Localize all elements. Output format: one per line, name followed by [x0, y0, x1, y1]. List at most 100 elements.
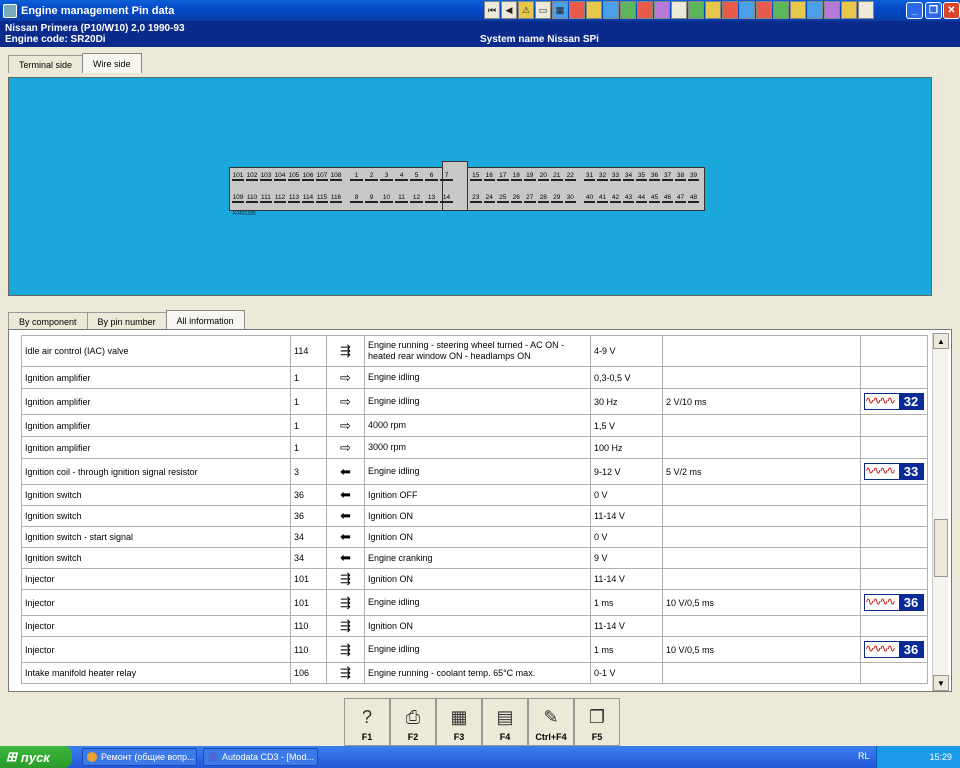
table-row[interactable]: Intake manifold heater relay 106 ⇶ Engine r…	[21, 662, 928, 684]
value-cell: 1 ms	[590, 589, 663, 616]
waveform-button[interactable]: ∿∿∿∿ 32	[864, 393, 924, 410]
pin-label: 45	[649, 194, 660, 203]
restore-button[interactable]: ❐	[925, 2, 942, 19]
pin-row: 31 32 33 34 35 36 37 38 39	[584, 172, 701, 181]
minimize-button[interactable]: _	[906, 2, 923, 19]
tool5-icon[interactable]	[637, 1, 653, 19]
waveform-icon: ∿∿∿∿	[865, 465, 896, 477]
table-row[interactable]: Ignition amplifier 1 ⇨ 4000 rpm 1,5 V	[21, 414, 928, 437]
fkey-icon: ✎	[543, 707, 559, 727]
tool12-icon[interactable]	[756, 1, 772, 19]
tool13-icon[interactable]	[773, 1, 789, 19]
tool11-icon[interactable]	[739, 1, 755, 19]
taskbar-item-autodata[interactable]: Autodata CD3 - [Mod...	[203, 748, 318, 766]
table-row[interactable]: Ignition amplifier 1 ⇨ Engine idling 0,3-0,5…	[21, 366, 928, 389]
scroll-up-button[interactable]: ▲	[933, 333, 949, 349]
tool18-icon[interactable]	[858, 1, 874, 19]
tab-wire-side[interactable]: Wire side	[82, 53, 142, 73]
table-row[interactable]: Injector 110 ⇶ Ignition ON 11-14 V	[21, 615, 928, 637]
table-row[interactable]: Idle air control (IAC) valve 114 ⇶ Engine r…	[21, 335, 928, 367]
tool8-icon[interactable]	[688, 1, 704, 19]
tool10-icon[interactable]	[722, 1, 738, 19]
table-row[interactable]: Ignition switch - start signal 34 ⬅ Ignitio…	[21, 526, 928, 548]
pin-label: 44	[636, 194, 647, 203]
table-row[interactable]: Ignition coil - through ignition signal …	[21, 458, 928, 485]
table-row[interactable]: Ignition amplifier 1 ⇨ Engine idling 30 Hz 2 …	[21, 388, 928, 415]
waveform-button[interactable]: ∿∿∿∿ 36	[864, 641, 924, 658]
pin-label: 21	[551, 172, 563, 181]
tool16-icon[interactable]	[824, 1, 840, 19]
condition-cell: Engine running - steering wheel turned -…	[364, 335, 591, 367]
tool2-icon[interactable]	[586, 1, 602, 19]
pin-label: 110	[246, 194, 258, 203]
pin-row: 101 102 103 104 105 106 107 108	[232, 172, 344, 181]
waveform-number: 32	[899, 394, 923, 409]
scope-setting-cell	[662, 366, 861, 389]
direction-icon: ⇨	[326, 414, 365, 437]
tab-by-pin-number[interactable]: By pin number	[86, 312, 167, 330]
tool9-icon[interactable]	[705, 1, 721, 19]
direction-icon: ⇶	[326, 589, 365, 616]
tool3-icon[interactable]	[603, 1, 619, 19]
pin-label: 35	[636, 172, 647, 181]
tool7-icon[interactable]	[671, 1, 687, 19]
prev-icon[interactable]: ◀	[501, 1, 517, 19]
tool6-icon[interactable]	[654, 1, 670, 19]
pin-label: 111	[260, 194, 272, 203]
condition-cell: Ignition OFF	[364, 484, 591, 506]
fkey-f2[interactable]: ⎙ F2	[390, 698, 436, 746]
pin-cell: 1	[290, 388, 327, 415]
direction-icon: ⇨	[326, 388, 365, 415]
start-button[interactable]: ⊞ пуск	[0, 746, 72, 768]
tool1-icon[interactable]	[569, 1, 585, 19]
window-title: Engine management Pin data	[21, 4, 175, 17]
tool4-icon[interactable]	[620, 1, 636, 19]
scroll-down-button[interactable]: ▼	[933, 675, 949, 691]
tool17-icon[interactable]	[841, 1, 857, 19]
tool15-icon[interactable]	[807, 1, 823, 19]
language-indicator[interactable]: RL	[858, 751, 870, 761]
fkey-ctrl-f4[interactable]: ✎ Ctrl+F4	[528, 698, 574, 746]
first-icon[interactable]: ⏮	[484, 1, 500, 19]
pin-label: 47	[675, 194, 686, 203]
component-cell: Injector	[21, 615, 291, 637]
chart-icon[interactable]: ▦	[552, 1, 568, 19]
table-row[interactable]: Injector 101 ⇶ Ignition ON 11-14 V	[21, 568, 928, 590]
pin-row: 23 24 25 26 27 28 29 30	[470, 194, 578, 203]
value-cell: 0 V	[590, 484, 663, 506]
direction-icon: ⬅	[326, 505, 365, 527]
direction-icon: ⇶	[326, 335, 365, 367]
fkey-f1[interactable]: ? F1	[344, 698, 390, 746]
scroll-thumb[interactable]	[934, 519, 948, 577]
close-button[interactable]: ✕	[943, 2, 960, 19]
fkey-f5[interactable]: ❐ F5	[574, 698, 620, 746]
taskbar-item-browser[interactable]: Ремонт (общие вопр...	[82, 748, 197, 766]
tab-all-information[interactable]: All information	[165, 310, 245, 330]
table-row[interactable]: Injector 110 ⇶ Engine idling 1 ms 10 V/0,5 ms…	[21, 636, 928, 663]
direction-icon: ⬅	[326, 526, 365, 548]
table-row[interactable]: Ignition switch 34 ⬅ Engine cranking 9 V	[21, 547, 928, 569]
waveform-button[interactable]: ∿∿∿∿ 36	[864, 594, 924, 611]
warning-icon[interactable]: ⚠	[518, 1, 534, 19]
tab-terminal-side[interactable]: Terminal side	[8, 55, 84, 73]
table-row[interactable]: Ignition switch 36 ⬅ Ignition ON 11-14 V	[21, 505, 928, 527]
waveform-button[interactable]: ∿∿∿∿ 33	[864, 463, 924, 480]
tool14-icon[interactable]	[790, 1, 806, 19]
table-row[interactable]: Ignition amplifier 1 ⇨ 3000 rpm 100 Hz	[21, 436, 928, 459]
pin-label: 23	[470, 194, 482, 203]
value-cell: 0,3-0,5 V	[590, 366, 663, 389]
scope-setting-cell: 10 V/0,5 ms	[662, 636, 861, 663]
pin-label: 27	[524, 194, 536, 203]
pin-label: 7	[440, 172, 453, 181]
table-scrollbar[interactable]: ▲ ▼	[932, 333, 949, 691]
table-row[interactable]: Ignition switch 36 ⬅ Ignition OFF 0 V	[21, 484, 928, 506]
pin-label: 9	[365, 194, 378, 203]
table-row[interactable]: Injector 101 ⇶ Engine idling 1 ms 10 V/0,5 ms…	[21, 589, 928, 616]
waveform-cell: ∿∿∿∿ 33	[860, 458, 928, 485]
task-label: Ремонт (общие вопр...	[101, 752, 195, 762]
fkey-f3[interactable]: ▦ F3	[436, 698, 482, 746]
tab-by-component[interactable]: By component	[8, 312, 88, 330]
scope-setting-cell	[662, 335, 861, 367]
fkey-f4[interactable]: ▤ F4	[482, 698, 528, 746]
doc-icon[interactable]: ▭	[535, 1, 551, 19]
